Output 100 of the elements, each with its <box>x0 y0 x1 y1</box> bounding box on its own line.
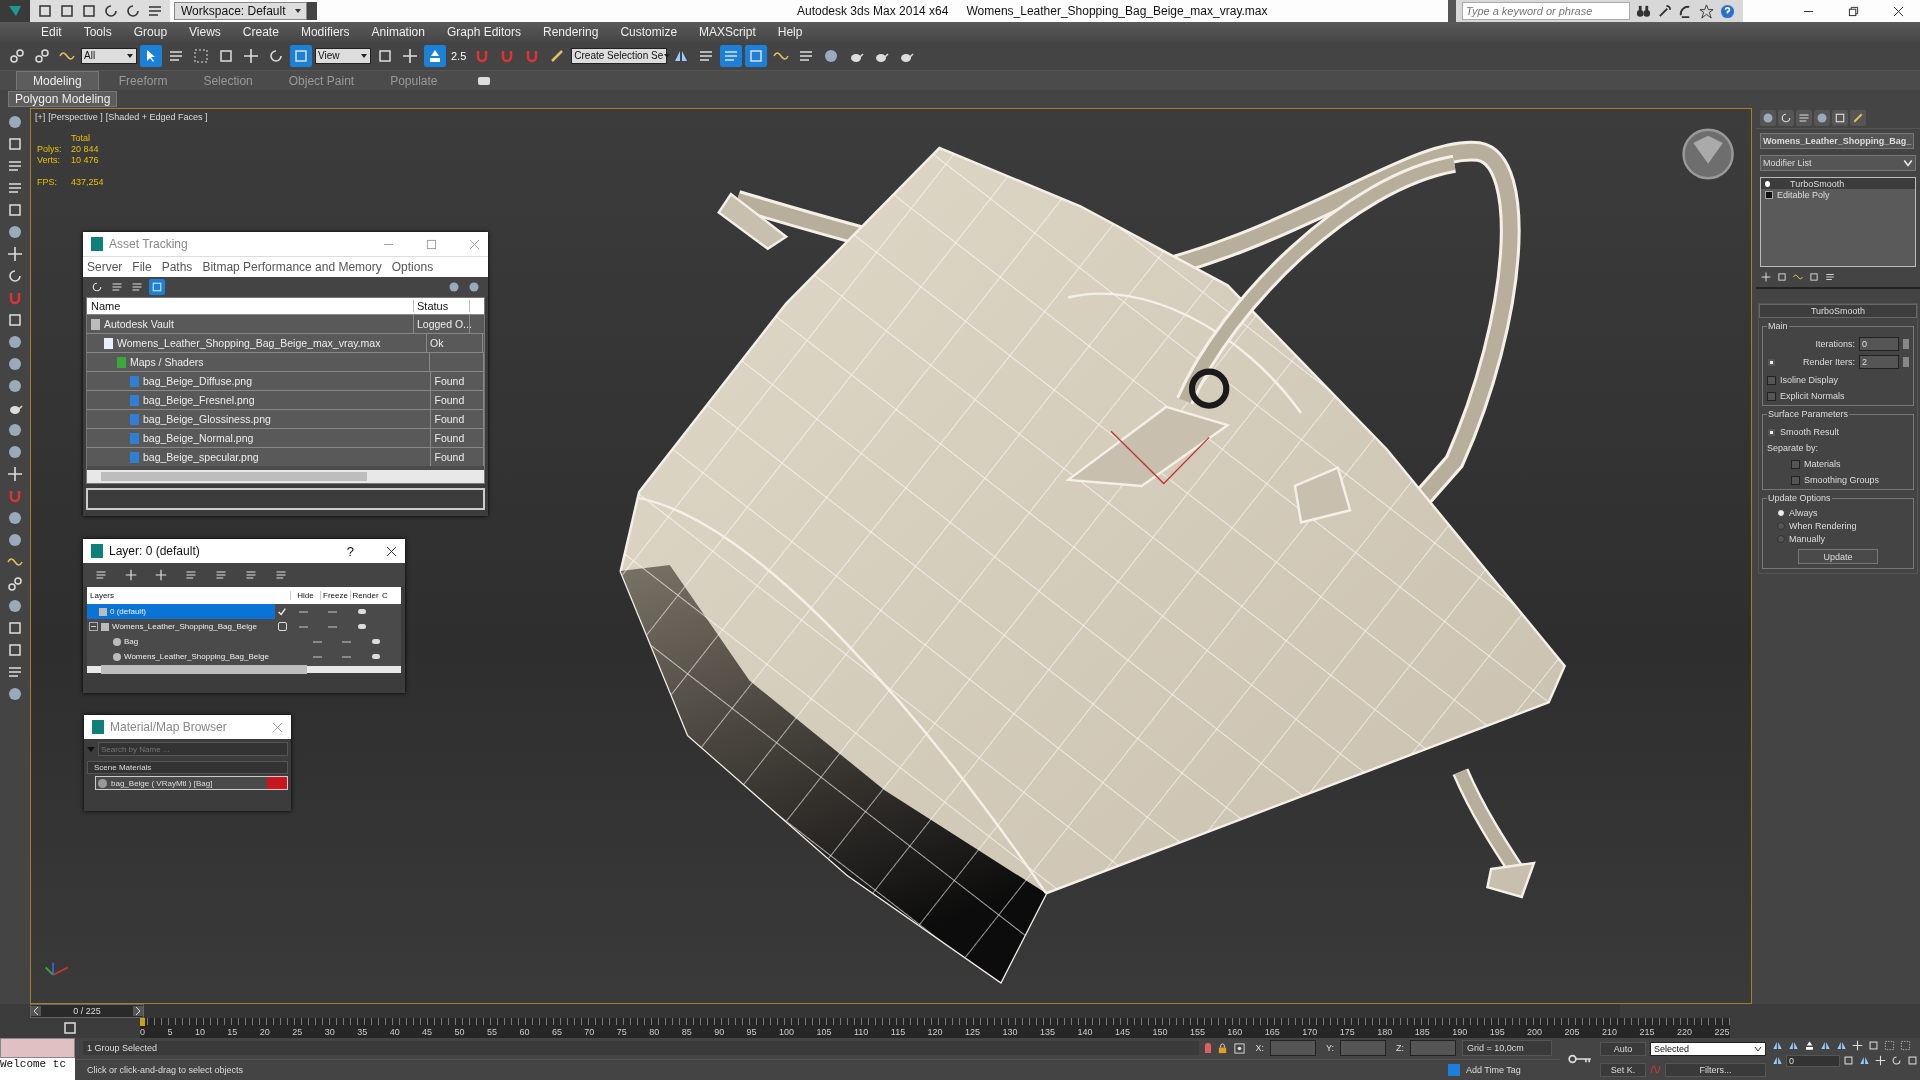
menu-item[interactable]: Views <box>178 24 232 39</box>
wrench-icon[interactable] <box>1657 3 1672 19</box>
menu-item[interactable]: Edit <box>30 24 73 39</box>
layer-row[interactable]: Bag <box>87 634 289 650</box>
viewport[interactable] <box>30 108 1752 1004</box>
menu-item[interactable]: File <box>132 260 152 275</box>
column-header[interactable]: Render <box>350 591 380 601</box>
layers-icon[interactable] <box>720 44 743 67</box>
layer-row[interactable]: Womens_Leather_Shopping_Bag_Beige <box>87 649 289 665</box>
checkbox[interactable] <box>1791 459 1800 469</box>
freeze-toggle[interactable] <box>342 640 351 643</box>
menu-item[interactable]: Server <box>87 260 123 275</box>
menu-item[interactable]: Bitmap Performance and Memory <box>202 260 382 275</box>
radio-button[interactable] <box>1777 535 1785 544</box>
coordinate-field[interactable] <box>1270 1040 1316 1057</box>
asset-name[interactable]: bag_Beige_Diffuse.png <box>143 375 252 388</box>
add-time-tag-button[interactable]: Add Time Tag <box>1466 1064 1552 1075</box>
menu-item[interactable]: Modifiers <box>289 24 361 39</box>
column-header[interactable]: C <box>380 591 401 601</box>
layer-row[interactable]: Womens_Leather_Shopping_Bag_Beige <box>87 619 275 635</box>
menu-item[interactable]: Tools <box>72 24 123 39</box>
close-icon[interactable] <box>386 545 397 557</box>
next-icon[interactable] <box>133 1006 143 1016</box>
workspace-dropdown[interactable]: Workspace: Default <box>174 2 307 20</box>
asset-name[interactable]: bag_Beige_Glossiness.png <box>143 413 271 426</box>
menu-item[interactable]: Create <box>231 24 290 39</box>
toolbar-dropdown[interactable]: All <box>81 47 137 64</box>
timeline-track[interactable]: 0 5 10 15 20 25 30 35 40 45 50 55 60 65 70 75 80 85 90 95 100 105 110 115 120 125 130 135 140 145 150 155 160 165 170 175 180 185 190 195 200 205 210 215 220 225 <box>140 1018 1730 1038</box>
time-slider-thumb[interactable]: 0 / 225 <box>30 1004 144 1018</box>
ribbon-options-icon[interactable] <box>477 77 490 86</box>
snap-toggle[interactable]: 2.5 <box>449 49 469 62</box>
checkbox[interactable] <box>1791 475 1800 485</box>
viewcube-icon[interactable] <box>1682 128 1734 180</box>
viewport-label[interactable]: [+] <box>35 112 46 123</box>
auto-key-button[interactable]: Auto <box>1600 1041 1646 1056</box>
key-icon[interactable] <box>1567 1054 1593 1064</box>
menu-item[interactable]: MAXScript <box>688 24 767 39</box>
collapse-icon[interactable] <box>89 622 98 632</box>
group-header[interactable]: Scene Materials <box>87 761 288 775</box>
restore-icon[interactable] <box>1848 5 1859 17</box>
script-listener-field[interactable] <box>0 1038 75 1058</box>
menu-item[interactable]: Rendering <box>532 24 610 39</box>
column-header[interactable]: Layers <box>87 587 276 605</box>
hide-toggle[interactable] <box>299 625 308 628</box>
script-listener-output[interactable]: Welcome tc <box>0 1058 75 1080</box>
key-filter-dropdown[interactable]: Selected <box>1650 1041 1766 1056</box>
checkbox[interactable] <box>1767 391 1776 401</box>
menu-item[interactable]: Group <box>122 24 179 39</box>
cursor-icon[interactable] <box>140 44 162 67</box>
current-toggle[interactable] <box>277 622 287 632</box>
menu-item[interactable]: Help <box>766 24 814 39</box>
toolbar-dropdown[interactable]: Create Selection Se <box>571 47 668 64</box>
star-icon[interactable] <box>1699 3 1714 19</box>
toolbar-dropdown[interactable]: View <box>315 47 371 64</box>
curve-icon[interactable] <box>1778 110 1794 127</box>
target-icon[interactable] <box>1234 1042 1246 1054</box>
asset-name[interactable]: Womens_Leather_Shopping_Bag_Beige_max_vray.max <box>117 337 381 350</box>
menu-item[interactable]: Paths <box>161 260 193 275</box>
menu-item[interactable]: Customize <box>609 24 689 39</box>
lightbulb-icon[interactable] <box>1765 180 1770 187</box>
menu-item[interactable]: Options <box>391 260 434 275</box>
time-marker[interactable] <box>140 1018 145 1026</box>
arrow-up-icon[interactable] <box>424 44 446 67</box>
checkbox[interactable] <box>1767 375 1776 385</box>
freeze-toggle[interactable] <box>342 655 351 658</box>
ribbon-tab[interactable]: Modeling <box>16 71 99 91</box>
previous-icon[interactable] <box>31 1006 41 1016</box>
lock-icon[interactable] <box>1217 1042 1229 1054</box>
help-button[interactable]: ? <box>346 543 354 559</box>
search-field[interactable]: Type a keyword or phrase <box>1462 2 1630 20</box>
viewport-label[interactable]: [Perspective ] <box>48 112 103 123</box>
column-header[interactable]: Freeze <box>320 591 350 601</box>
asset-name[interactable]: bag_Beige_specular.png <box>143 451 259 464</box>
set-key-button[interactable]: Set K. <box>1600 1062 1646 1077</box>
iterations-field[interactable]: 0 <box>1859 337 1899 352</box>
modifier-stack-item[interactable]: TurboSmooth <box>1761 178 1915 190</box>
layer-row[interactable]: 0 (default) <box>87 604 275 620</box>
column-header[interactable]: Status <box>414 300 470 313</box>
freeze-toggle[interactable] <box>328 625 337 628</box>
asset-name[interactable]: bag_Beige_Fresnel.png <box>143 394 255 407</box>
close-icon[interactable] <box>1893 5 1904 17</box>
filters-button[interactable]: Filters... <box>1665 1062 1766 1077</box>
current-frame-field[interactable]: 0 <box>1786 1054 1840 1067</box>
column-header[interactable]: Name <box>87 300 414 313</box>
menu-item[interactable]: Animation <box>360 24 436 39</box>
check-icon[interactable] <box>277 606 287 617</box>
checkbox[interactable] <box>1767 357 1776 367</box>
scrollbar[interactable] <box>87 666 401 674</box>
coordinate-field[interactable] <box>1410 1040 1456 1057</box>
binoculars-icon[interactable] <box>1636 3 1651 19</box>
modifier-stack-item[interactable]: Editable Poly <box>1761 189 1915 201</box>
asset-name[interactable]: Maps / Shaders <box>130 356 204 369</box>
radio-button[interactable] <box>1777 509 1785 518</box>
coordinate-field[interactable] <box>1340 1040 1386 1057</box>
hide-toggle[interactable] <box>299 610 308 613</box>
radio-button[interactable] <box>1777 522 1785 531</box>
time-slider-track[interactable]: 0 / 225 <box>30 1004 1620 1018</box>
asset-name[interactable]: Autodesk Vault <box>104 318 174 331</box>
scrollbar[interactable] <box>87 470 484 484</box>
checkbox[interactable] <box>1767 427 1776 437</box>
